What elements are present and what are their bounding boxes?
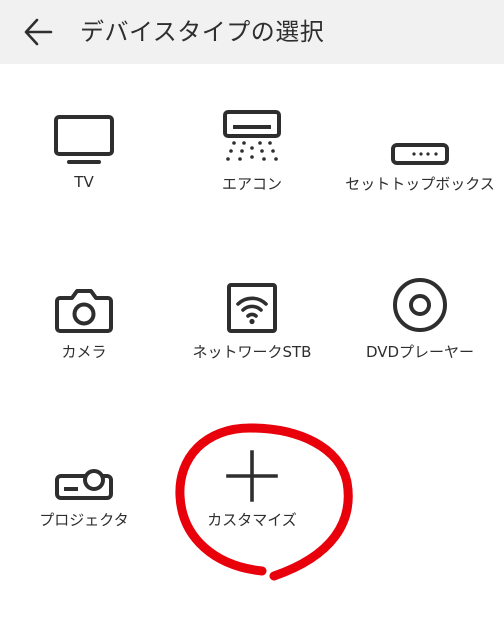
app-header: デバイスタイプの選択 [0,0,504,64]
device-tile-tv[interactable]: TV [0,100,168,230]
device-tile-camera[interactable]: カメラ [0,268,168,398]
air-conditioner-icon [223,110,281,161]
device-tile-set-top-box[interactable]: セットトップボックス [336,100,504,230]
device-label: DVDプレーヤー [365,343,475,361]
device-label: TV [74,173,94,191]
device-tile-customize[interactable]: カスタマイズ [168,436,336,566]
arrow-left-icon [24,18,53,46]
device-tile-network-stb[interactable]: ネットワークSTB [168,268,336,398]
plus-icon [226,450,278,502]
device-label: セットトップボックス [345,175,495,193]
disc-icon [393,278,447,332]
device-tile-air-conditioner[interactable]: エアコン [168,100,336,230]
device-tile-projector[interactable]: プロジェクタ [0,436,168,566]
tv-icon [54,115,114,164]
back-button[interactable] [18,14,58,50]
device-label: カスタマイズ [207,511,297,529]
page-title: デバイスタイプの選択 [80,18,325,46]
camera-icon [55,289,113,333]
set-top-box-icon [391,143,449,165]
device-label: カメラ [61,343,107,361]
device-label: エアコン [221,175,282,193]
device-label: ネットワークSTB [192,343,312,361]
network-stb-icon [227,283,277,333]
projector-icon [55,469,113,500]
device-tile-dvd-player[interactable]: DVDプレーヤー [336,268,504,398]
device-label: プロジェクタ [39,511,129,529]
